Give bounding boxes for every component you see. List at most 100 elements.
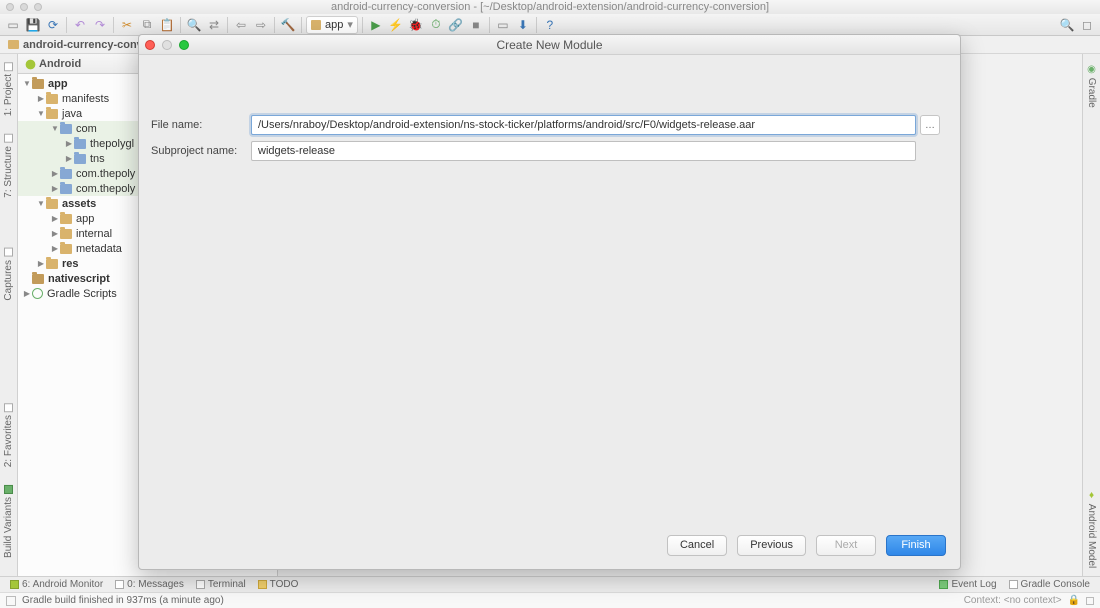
project-view-label: Android — [39, 58, 81, 70]
avd-icon[interactable]: ▭ — [494, 16, 512, 34]
make-icon[interactable]: 🔨 — [279, 16, 297, 34]
status-indicator-icon[interactable] — [1086, 597, 1094, 605]
dialog-button-row: Cancel Previous Next Finish — [139, 527, 960, 569]
zoom-dot[interactable] — [34, 3, 42, 11]
chevron-down-icon: ▾ — [347, 18, 353, 31]
module-icon — [32, 79, 44, 89]
search-icon[interactable]: 🔍 — [1058, 16, 1076, 34]
tab-captures[interactable]: Captures — [2, 244, 15, 305]
sdk-icon[interactable]: ⬇ — [514, 16, 532, 34]
filename-input[interactable] — [251, 115, 916, 135]
separator-icon — [66, 17, 67, 33]
tab-structure[interactable]: 7: Structure — [2, 130, 15, 202]
dialog-title: Create New Module — [139, 38, 960, 52]
module-icon — [32, 274, 44, 284]
left-tab-strip: 1: Project 7: Structure Captures 2: Favo… — [0, 54, 18, 576]
folder-icon — [46, 94, 58, 104]
forward-icon[interactable]: ⇨ — [252, 16, 270, 34]
tab-android-monitor[interactable]: 6: Android Monitor — [4, 579, 109, 590]
replace-icon[interactable]: ⇄ — [205, 16, 223, 34]
context-text[interactable]: Context: <no context> — [964, 595, 1062, 606]
minimize-dot[interactable] — [20, 3, 28, 11]
gradle-icon — [32, 288, 43, 299]
right-tab-strip: ◉ Gradle ♦ Android Model — [1082, 54, 1100, 576]
folder-icon — [8, 40, 19, 49]
package-icon — [74, 154, 86, 164]
lock-icon: 🔒 — [1068, 595, 1080, 606]
profile-icon[interactable]: ⏱ — [427, 16, 445, 34]
find-icon[interactable]: 🔍 — [185, 16, 203, 34]
traffic-lights — [6, 3, 42, 11]
apply-changes-icon[interactable]: ⚡ — [387, 16, 405, 34]
dialog-close-icon[interactable] — [145, 40, 155, 50]
dialog-body: File name: … Subproject name: — [139, 55, 960, 527]
run-config-dropdown[interactable]: app ▾ — [306, 16, 358, 34]
separator-icon — [536, 17, 537, 33]
separator-icon — [227, 17, 228, 33]
redo-icon[interactable]: ↷ — [91, 16, 109, 34]
tab-project[interactable]: 1: Project — [2, 58, 15, 120]
dialog-zoom-icon[interactable] — [179, 40, 189, 50]
package-icon — [60, 169, 72, 179]
open-icon[interactable]: ▭ — [4, 16, 22, 34]
status-icon[interactable] — [6, 596, 16, 606]
help-icon[interactable]: ? — [541, 16, 559, 34]
tab-gradle-console[interactable]: Gradle Console — [1003, 579, 1096, 590]
run-config-label: app — [325, 19, 343, 31]
finish-button[interactable]: Finish — [886, 535, 946, 556]
tab-build-variants[interactable]: Build Variants — [2, 481, 15, 562]
create-module-dialog: Create New Module File name: … Subprojec… — [138, 34, 961, 570]
browse-button[interactable]: … — [920, 115, 940, 135]
folder-icon — [46, 199, 58, 209]
bottom-tool-bar: 6: Android Monitor 0: Messages Terminal … — [0, 576, 1100, 592]
paste-icon[interactable]: 📋 — [158, 16, 176, 34]
main-toolbar: ▭ 💾 ⟳ ↶ ↷ ✂ ⧉ 📋 🔍 ⇄ ⇦ ⇨ 🔨 app ▾ ▶ ⚡ 🐞 ⏱ … — [0, 14, 1100, 36]
module-icon — [311, 20, 321, 30]
back-icon[interactable]: ⇦ — [232, 16, 250, 34]
tab-messages[interactable]: 0: Messages — [109, 579, 190, 590]
folder-icon — [46, 259, 58, 269]
folder-icon — [60, 214, 72, 224]
cut-icon[interactable]: ✂ — [118, 16, 136, 34]
tab-gradle[interactable]: ◉ Gradle — [1085, 60, 1098, 112]
package-icon — [60, 184, 72, 194]
separator-icon — [362, 17, 363, 33]
dialog-titlebar[interactable]: Create New Module — [139, 35, 960, 55]
user-icon[interactable]: ◻ — [1078, 16, 1096, 34]
run-icon[interactable]: ▶ — [367, 16, 385, 34]
tab-event-log[interactable]: Event Log — [933, 579, 1002, 590]
separator-icon — [301, 17, 302, 33]
tab-android-model[interactable]: ♦ Android Model — [1085, 486, 1098, 572]
previous-button[interactable]: Previous — [737, 535, 806, 556]
package-icon — [60, 124, 72, 134]
separator-icon — [180, 17, 181, 33]
tab-terminal[interactable]: Terminal — [190, 579, 252, 590]
debug-icon[interactable]: 🐞 — [407, 16, 425, 34]
separator-icon — [489, 17, 490, 33]
tab-todo[interactable]: TODO — [252, 579, 305, 590]
attach-icon[interactable]: 🔗 — [447, 16, 465, 34]
window-title: android-currency-conversion - [~/Desktop… — [0, 1, 1100, 13]
sync-icon[interactable]: ⟳ — [44, 16, 62, 34]
status-text: Gradle build finished in 937ms (a minute… — [22, 595, 224, 606]
folder-icon — [46, 109, 58, 119]
package-icon — [74, 139, 86, 149]
subproject-input[interactable] — [251, 141, 916, 161]
close-dot[interactable] — [6, 3, 14, 11]
undo-icon[interactable]: ↶ — [71, 16, 89, 34]
stop-icon[interactable]: ■ — [467, 16, 485, 34]
dialog-minimize-icon — [162, 40, 172, 50]
save-icon[interactable]: 💾 — [24, 16, 42, 34]
tab-favorites[interactable]: 2: Favorites — [2, 399, 15, 471]
folder-icon — [60, 229, 72, 239]
main-titlebar: android-currency-conversion - [~/Desktop… — [0, 0, 1100, 14]
separator-icon — [113, 17, 114, 33]
separator-icon — [274, 17, 275, 33]
copy-icon[interactable]: ⧉ — [138, 16, 156, 34]
folder-icon — [60, 244, 72, 254]
next-button[interactable]: Next — [816, 535, 876, 556]
subproject-label: Subproject name: — [151, 145, 251, 157]
status-bar: Gradle build finished in 937ms (a minute… — [0, 592, 1100, 608]
filename-label: File name: — [151, 119, 251, 131]
cancel-button[interactable]: Cancel — [667, 535, 727, 556]
